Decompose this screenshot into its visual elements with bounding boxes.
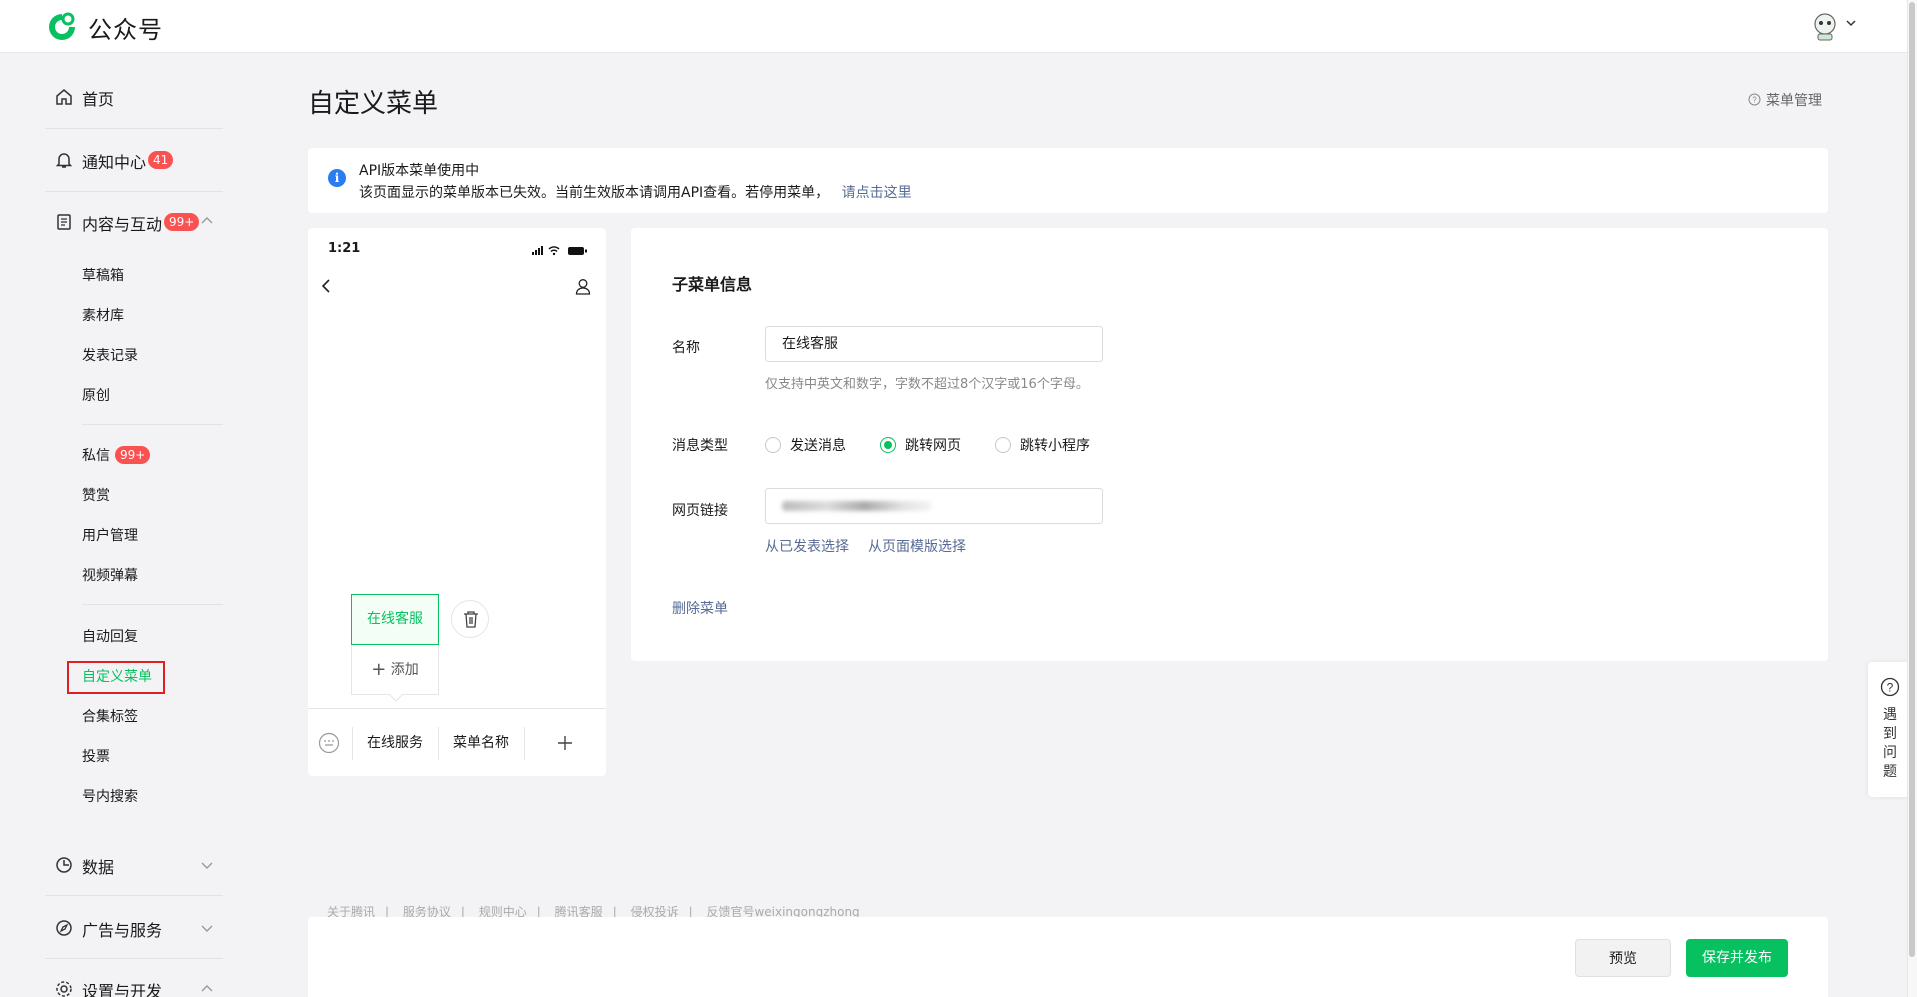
sidebar-divider [45,895,223,896]
gear-icon [56,981,72,997]
api-notice-banner [308,148,1828,213]
home-icon [56,89,72,105]
bell-icon [55,153,73,168]
radio-open-webpage[interactable] [880,437,896,453]
name-input[interactable]: 在线客服 [765,326,1103,362]
sidebar-divider [82,604,223,605]
submenu-info-title: 子菜单信息 [672,275,753,294]
sidebar-item-collection-tags[interactable]: 合集标签 [82,706,138,726]
sidebar-item-in-account-search[interactable]: 号内搜索 [82,786,138,806]
webpage-url-input[interactable] [765,488,1103,524]
sidebar-item-rewards[interactable]: 赞赏 [82,485,110,505]
profile-icon[interactable] [575,278,591,295]
sidebar-item-content[interactable]: 内容与互动 [82,211,162,235]
add-submenu-button[interactable]: + 添加 [351,645,439,695]
notice-title: API版本菜单使用中 [359,163,480,179]
plus-icon: + [371,659,387,680]
wechat-oa-logo-icon[interactable] [46,11,78,43]
page-scrollbar-thumb[interactable] [1909,2,1915,957]
sidebar-item-publish-history[interactable]: 发表记录 [82,345,138,365]
sidebar-item-data[interactable]: 数据 [82,854,114,878]
clock-chart-icon [56,857,72,873]
trash-icon [464,611,478,628]
sidebar-item-notifications[interactable]: 通知中心 [82,149,146,173]
phone-status-time: 1:21 [328,241,361,256]
info-icon: i [328,169,346,187]
sidebar-item-video-danmaku[interactable]: 视频弹幕 [82,565,138,585]
content-count-badge: 99+ [164,213,200,231]
chevron-down-icon[interactable] [200,858,214,872]
redacted-url [782,501,932,511]
notice-message: 该页面显示的菜单版本已失效。当前生效版本请调用API查看。若停用菜单， [359,185,830,201]
popup-pointer [389,694,403,702]
menu-tab-online-service[interactable]: 在线服务 [352,727,438,760]
message-type-label: 消息类型 [672,438,728,454]
chevron-down-icon[interactable] [1845,17,1857,29]
delete-menu-link[interactable]: 删除菜单 [672,598,728,618]
keyboard-icon[interactable] [318,732,340,754]
document-icon [57,214,71,230]
sidebar-item-messages[interactable]: 私信 [82,445,110,465]
select-from-published-link[interactable]: 从已发表选择 [765,536,849,556]
compass-icon [56,920,72,936]
top-bar: 公众号 [0,0,1917,53]
page-title: 自定义菜单 [308,89,439,119]
menu-tab-menu-name[interactable]: 菜单名称 [438,727,524,760]
tab-separator [524,727,525,760]
chevron-down-icon[interactable] [200,921,214,935]
svg-text:?: ? [1887,681,1894,695]
select-from-template-link[interactable]: 从页面模版选择 [868,536,966,556]
sidebar-item-auto-reply[interactable]: 自动回复 [82,626,138,646]
sidebar-divider [82,424,223,425]
sidebar-item-drafts[interactable]: 草稿箱 [82,265,124,285]
sidebar-item-settings[interactable]: 设置与开发 [82,978,162,997]
help-label[interactable]: 遇到问题 [1883,706,1897,782]
disable-menu-link[interactable]: 请点击这里 [842,185,912,201]
delete-submenu-button[interactable] [451,600,489,638]
add-menu-plus-icon[interactable] [557,735,573,751]
back-arrow-icon[interactable] [320,278,332,294]
notification-count-badge: 41 [148,151,174,169]
preview-button[interactable]: 预览 [1575,939,1671,977]
sidebar-item-user-management[interactable]: 用户管理 [82,525,138,545]
status-bar-icons [532,246,587,256]
menu-manage-link[interactable]: 菜单管理 [1766,90,1822,110]
submenu-item-selected[interactable]: 在线客服 [351,594,439,645]
messages-count-badge: 99+ [115,446,151,464]
help-circle-icon[interactable]: ? [1748,93,1761,106]
sidebar-item-voting[interactable]: 投票 [82,746,110,766]
sidebar-item-home[interactable]: 首页 [82,86,114,110]
save-publish-button[interactable]: 保存并发布 [1686,939,1788,977]
radio-label-open-webpage[interactable]: 跳转网页 [905,435,961,455]
sidebar-divider [45,128,223,129]
sidebar-item-ads-services[interactable]: 广告与服务 [82,917,162,941]
sidebar-item-custom-menu[interactable]: 自定义菜单 [82,666,152,686]
chevron-up-icon[interactable] [200,214,214,228]
name-label: 名称 [672,340,700,356]
add-submenu-label: 添加 [390,662,419,678]
webpage-url-label: 网页链接 [672,503,728,519]
logo-text[interactable]: 公众号 [88,10,163,45]
radio-label-send-message[interactable]: 发送消息 [790,435,846,455]
chevron-up-icon[interactable] [200,982,214,996]
radio-open-miniprogram[interactable] [995,437,1011,453]
sidebar-item-original[interactable]: 原创 [82,385,110,405]
sidebar-divider [45,958,223,959]
notice-text: 该页面显示的菜单版本已失效。当前生效版本请调用API查看。若停用菜单， 请点击这… [359,182,912,202]
robot-avatar-icon[interactable] [1810,10,1840,42]
svg-text:?: ? [1752,96,1757,105]
question-circle-icon: ? [1880,677,1900,697]
radio-send-message[interactable] [765,437,781,453]
sidebar-divider [45,191,223,192]
name-hint: 仅支持中英文和数字，字数不超过8个汉字或16个字母。 [765,377,1089,392]
radio-label-open-miniprogram[interactable]: 跳转小程序 [1020,435,1090,455]
sidebar-item-materials[interactable]: 素材库 [82,305,124,325]
